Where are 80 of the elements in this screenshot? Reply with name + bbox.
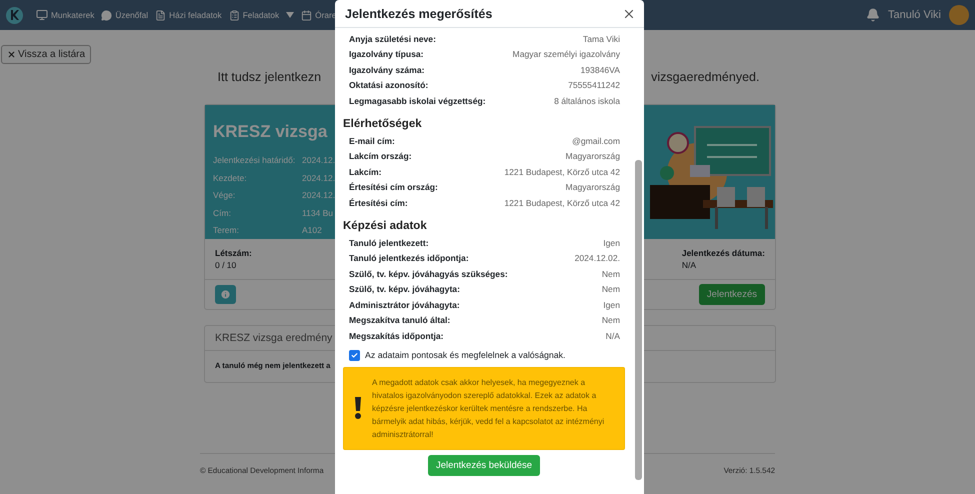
field-label: Megszakítva tanuló által: bbox=[349, 314, 450, 328]
dialog-title: Jelentkezés megerősítés bbox=[345, 6, 492, 20]
field-label: Legmagasabb iskolai végzettség: bbox=[349, 94, 486, 108]
field-label: Szülő, tv. képv. jóváhagyta: bbox=[349, 283, 460, 296]
apply-button[interactable]: Jelentkezés bbox=[698, 284, 765, 305]
nav-link[interactable]: Üzenőfal bbox=[101, 10, 148, 20]
field-label: Lakcím: bbox=[349, 166, 382, 179]
field-value: Nem bbox=[602, 283, 620, 296]
clipboard-icon bbox=[228, 10, 240, 20]
field-label: Oktatási azonosító: bbox=[349, 79, 428, 92]
nav-link[interactable]: Feladatok bbox=[228, 10, 294, 20]
nav-link[interactable]: Házi feladatok bbox=[155, 10, 222, 20]
field-label: Megszakítás időpontja: bbox=[349, 330, 444, 343]
field-label: Lakcím ország: bbox=[349, 150, 412, 164]
checkbox-label[interactable]: Az adataim pontosak és megfelelnek a valóságnak. bbox=[365, 350, 566, 360]
detail-label: Vége: bbox=[213, 189, 236, 202]
intro-text: vizsgaeredményed. bbox=[651, 70, 760, 84]
close-icon bbox=[7, 50, 16, 59]
exclamation-icon bbox=[354, 397, 362, 420]
detail-value: 2024.12. bbox=[302, 189, 336, 202]
caret-icon bbox=[286, 12, 294, 18]
bell-icon[interactable] bbox=[866, 8, 880, 22]
field-value: 1221 Budapest, Körző utca 42 bbox=[504, 196, 620, 210]
back-button[interactable]: Vissza a listára bbox=[1, 45, 92, 64]
detail-value: 2024.12. bbox=[302, 154, 336, 167]
field-value: Tama Viki bbox=[582, 33, 620, 46]
field-value: 2024.12.02. bbox=[574, 252, 620, 266]
detail-label: Kezdete: bbox=[213, 172, 248, 184]
field-label: Tanuló jelentkezett: bbox=[349, 237, 429, 250]
warning-text: A megadott adatok csak akkor helyesek, ha megegyeznek a hivatalos igazolványodon szereplő adatokkal. Ezek az adatok a képzésre jelentkezéskor kerültek mentésre a rendszerbe. Ha bármelyik adat hibás, kérjük, vedd fel a kapcsolatot az intézményi adminisztrátorral! bbox=[372, 376, 606, 441]
field-value: Magyarország bbox=[566, 150, 620, 164]
field-value: Nem bbox=[602, 268, 620, 281]
calendar-icon bbox=[301, 10, 312, 20]
section-heading: Képzési adatok bbox=[343, 220, 428, 232]
avatar-icon[interactable] bbox=[949, 5, 969, 25]
info-button[interactable] bbox=[215, 285, 236, 304]
field-label: Értesítési cím ország: bbox=[349, 181, 438, 194]
field-value: Magyar személyi igazolvány bbox=[512, 48, 620, 62]
chat-icon bbox=[101, 10, 112, 20]
detail-value: A102 bbox=[302, 224, 323, 237]
field-value: 193846VA bbox=[580, 64, 620, 77]
user-name[interactable]: Tanuló Viki bbox=[888, 9, 941, 21]
check-icon bbox=[351, 352, 358, 359]
detail-label: Terem: bbox=[213, 224, 240, 237]
field-label: Igazolvány típusa: bbox=[349, 48, 424, 62]
field-label: Szülő, tv. képv. jóváhagyás szükséges: bbox=[349, 268, 508, 281]
field-value: 1221 Budapest, Körző utca 42 bbox=[504, 166, 620, 179]
logo-icon[interactable] bbox=[6, 6, 23, 24]
stat-value: N/A bbox=[682, 260, 698, 270]
detail-label: Cím: bbox=[213, 206, 232, 220]
intro-text: Itt tudsz jelentkezn bbox=[218, 70, 322, 84]
field-value: Magyarország bbox=[566, 181, 620, 194]
monitor-icon bbox=[36, 9, 48, 21]
field-value: 75555411242 bbox=[568, 79, 620, 92]
detail-label: Jelentkezési határidő: bbox=[213, 154, 296, 167]
detail-value: 1134 Bu bbox=[302, 206, 334, 220]
field-label: Tanuló jelentkezés időpontja: bbox=[349, 252, 469, 266]
field-label: Igazolvány száma: bbox=[349, 64, 424, 77]
nav-link[interactable]: Munkaterek bbox=[36, 9, 94, 21]
exam-title: KRESZ vizsga bbox=[213, 122, 328, 142]
field-value: 8 általános iskola bbox=[554, 94, 620, 108]
field-value: @gmail.com bbox=[572, 135, 620, 148]
detail-value: 2024.12. bbox=[302, 172, 336, 184]
field-label: Adminisztrátor jóváhagyta: bbox=[349, 298, 460, 312]
file-icon bbox=[155, 10, 166, 20]
section-heading: Elérhetőségek bbox=[343, 118, 423, 130]
stat-label: Jelentkezés dátuma: bbox=[682, 248, 765, 258]
stat-value: 0 / 10 bbox=[215, 260, 238, 270]
field-value: Nem bbox=[602, 314, 620, 328]
field-label: Értesítési cím: bbox=[349, 196, 408, 210]
field-value: Igen bbox=[603, 237, 620, 250]
info-icon bbox=[220, 289, 231, 300]
confirm-checkbox[interactable] bbox=[349, 350, 360, 361]
field-label: E-mail cím: bbox=[349, 135, 395, 148]
field-label: Anyja születési neve: bbox=[349, 33, 436, 46]
scrollbar-thumb[interactable] bbox=[635, 160, 642, 480]
submit-button[interactable]: Jelentkezés beküldése bbox=[428, 454, 540, 476]
stat-label: Létszám: bbox=[215, 248, 252, 258]
field-value: Igen bbox=[603, 298, 620, 312]
field-value: N/A bbox=[606, 330, 620, 342]
